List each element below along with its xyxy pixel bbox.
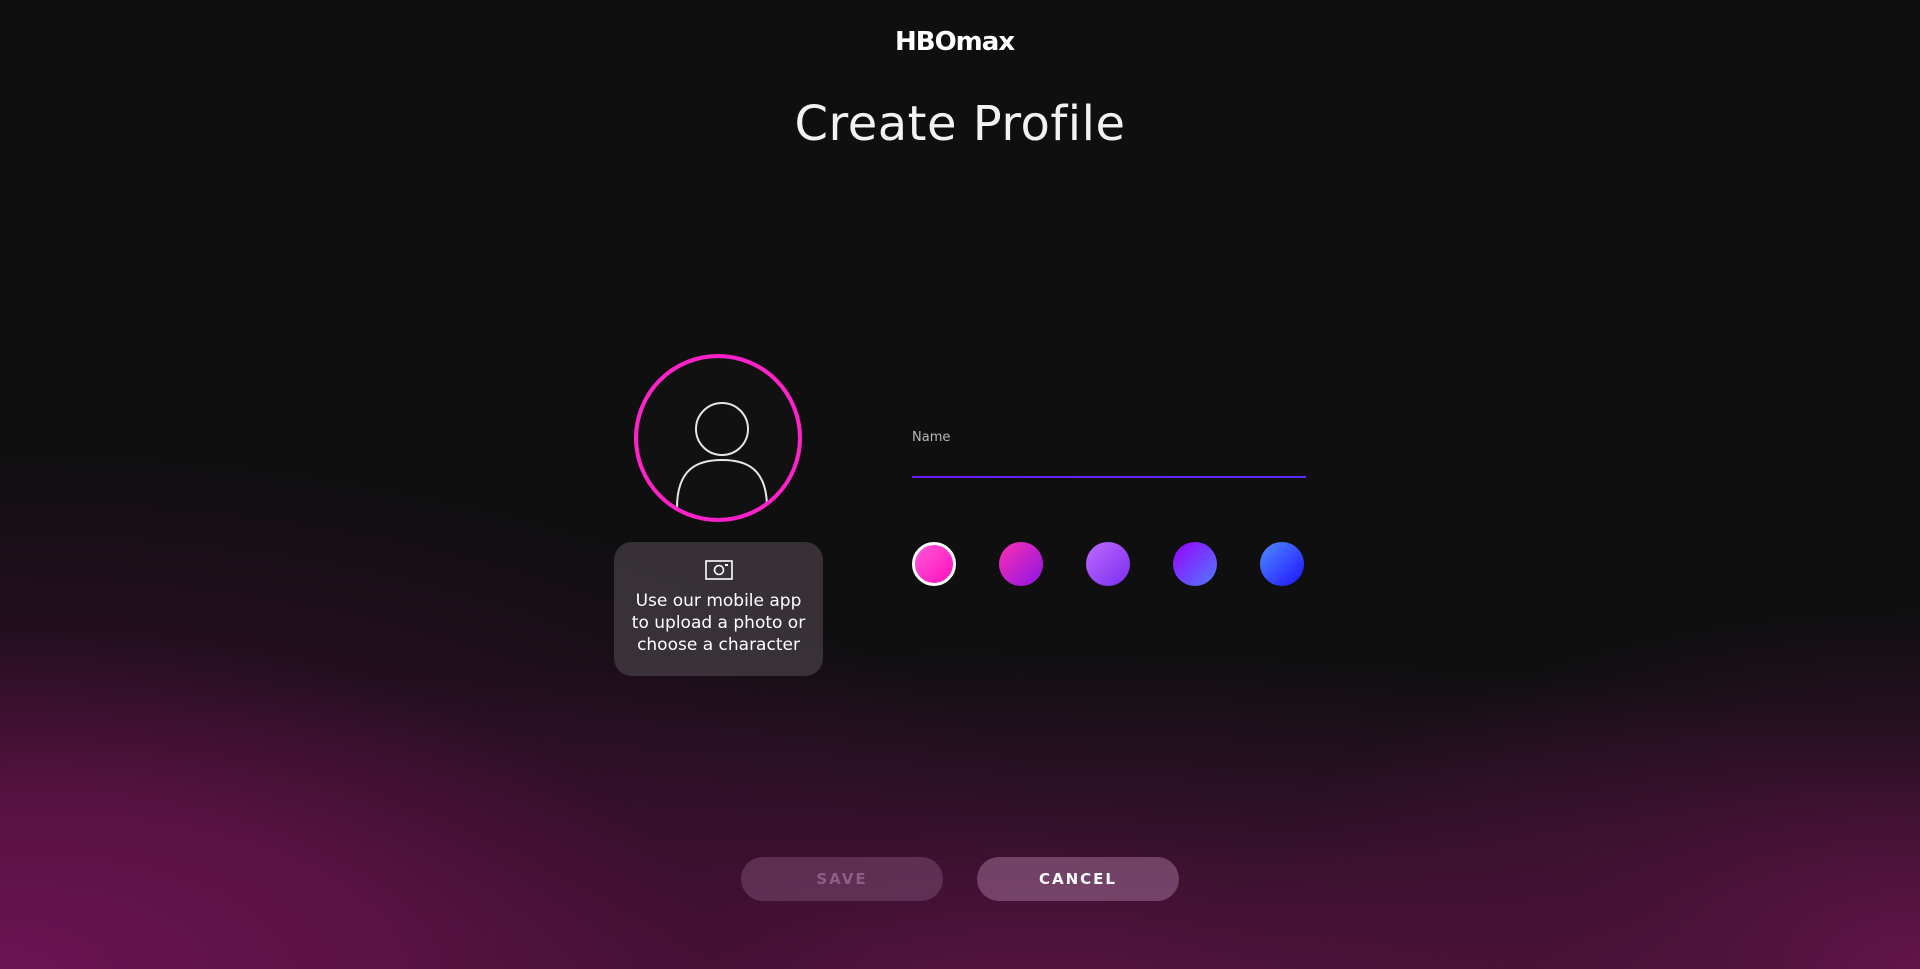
hbomax-logo: HBOmax [895,27,1025,57]
name-input[interactable] [912,450,1306,476]
color-swatch-pink[interactable] [912,542,956,586]
cancel-button[interactable]: CANCEL [977,857,1179,901]
color-swatch-violet-blue[interactable] [1173,542,1217,586]
upload-photo-card[interactable]: Use our mobile app to upload a photo or … [614,542,823,676]
page-title: Create Profile [794,96,1126,152]
user-silhouette-icon [676,402,768,509]
profile-avatar[interactable] [634,354,802,522]
logo-text: HBOmax [895,27,1015,57]
upload-photo-text: Use our mobile app to upload a photo or … [631,591,806,655]
name-label: Name [912,430,951,445]
camera-icon [704,560,733,580]
color-swatch-blue[interactable] [1260,542,1304,586]
color-swatch-group [912,542,1308,588]
save-button[interactable]: SAVE [741,857,943,901]
name-field[interactable]: Name [912,424,1306,478]
color-swatch-lavender[interactable] [1086,542,1130,586]
color-swatch-magenta-purple[interactable] [999,542,1043,586]
name-input-underline [912,476,1306,478]
